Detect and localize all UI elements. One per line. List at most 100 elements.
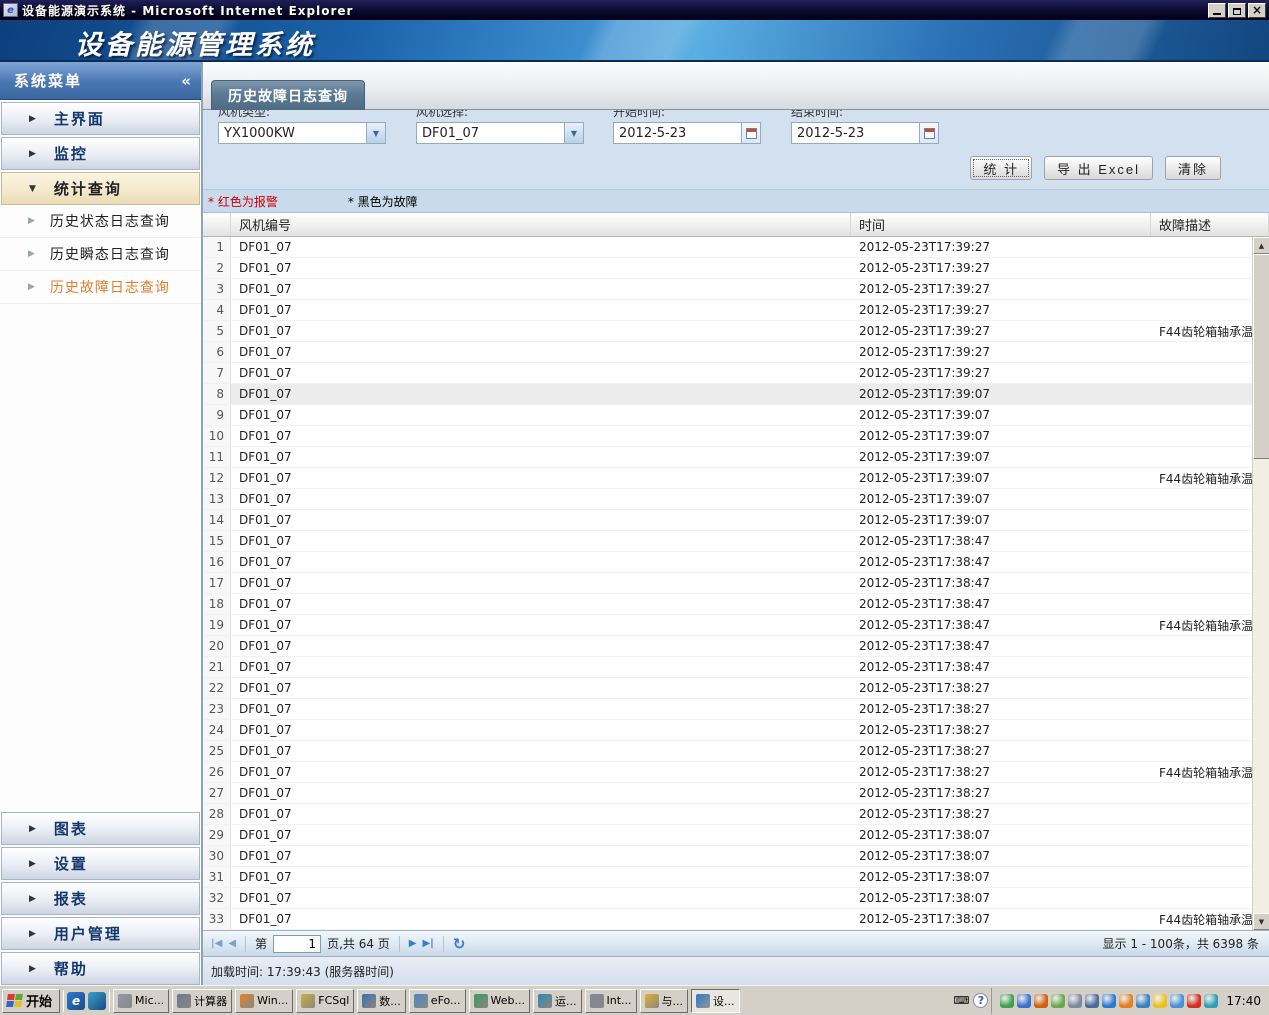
table-row[interactable]: 14DF01_072012-05-23T17:39:07 — [203, 510, 1252, 531]
table-row[interactable]: 21DF01_072012-05-23T17:38:47 — [203, 657, 1252, 678]
table-row[interactable]: 7DF01_072012-05-23T17:39:27 — [203, 363, 1252, 384]
table-row[interactable]: 25DF01_072012-05-23T17:38:27 — [203, 741, 1252, 762]
page-number-input[interactable] — [273, 935, 321, 953]
scroll-up-icon[interactable]: ▲ — [1253, 237, 1269, 254]
sidebar-item-主界面[interactable]: ▶主界面 — [1, 102, 200, 135]
table-row[interactable]: 29DF01_072012-05-23T17:38:07 — [203, 825, 1252, 846]
calendar-icon[interactable] — [741, 123, 760, 143]
date-field[interactable]: 2012-5-23 — [613, 122, 761, 144]
table-row[interactable]: 4DF01_072012-05-23T17:39:27 — [203, 300, 1252, 321]
taskbar-task-eFo...[interactable]: eFo... — [409, 989, 466, 1013]
table-row[interactable]: 32DF01_072012-05-23T17:38:07 — [203, 888, 1252, 909]
taskbar-task-运...[interactable]: 运... — [533, 989, 582, 1013]
table-row[interactable]: 10DF01_072012-05-23T17:39:07 — [203, 426, 1252, 447]
taskbar-task-数...[interactable]: 数... — [357, 989, 406, 1013]
taskbar-task-与...[interactable]: 与... — [640, 989, 689, 1013]
table-row[interactable]: 6DF01_072012-05-23T17:39:27 — [203, 342, 1252, 363]
table-row[interactable]: 30DF01_072012-05-23T17:38:07 — [203, 846, 1252, 867]
next-page-icon[interactable]: ▶ — [409, 938, 417, 949]
table-row[interactable]: 16DF01_072012-05-23T17:38:47 — [203, 552, 1252, 573]
table-row[interactable]: 2DF01_072012-05-23T17:39:27 — [203, 258, 1252, 279]
export-excel-button[interactable]: 导 出 Excel — [1044, 156, 1153, 180]
sidebar-item-监控[interactable]: ▶监控 — [1, 137, 200, 170]
start-button[interactable]: 开始 — [2, 989, 60, 1013]
collapse-sidebar-icon[interactable]: « — [181, 72, 191, 90]
tray-icon-7[interactable] — [1102, 994, 1116, 1008]
taskbar-task-Mic...[interactable]: Mic... — [113, 989, 169, 1013]
column-header-time[interactable]: 时间 — [851, 213, 1151, 236]
scrollbar-thumb[interactable] — [1253, 254, 1269, 459]
table-row[interactable]: 8DF01_072012-05-23T17:39:07 — [203, 384, 1252, 405]
table-row[interactable]: 11DF01_072012-05-23T17:39:07 — [203, 447, 1252, 468]
table-row[interactable]: 31DF01_072012-05-23T17:38:07 — [203, 867, 1252, 888]
tray-icon-3[interactable] — [1034, 994, 1048, 1008]
taskbar-clock[interactable]: 17:40 — [1226, 994, 1261, 1008]
table-row[interactable]: 24DF01_072012-05-23T17:38:27 — [203, 720, 1252, 741]
dropdown-arrow-icon[interactable]: ▼ — [366, 123, 385, 143]
table-row[interactable]: 5DF01_072012-05-23T17:39:27F44齿轮箱轴承温度 — [203, 321, 1252, 342]
first-page-icon[interactable]: |◀ — [211, 938, 222, 949]
table-row[interactable]: 1DF01_072012-05-23T17:39:27 — [203, 237, 1252, 258]
vertical-scrollbar[interactable]: ▲ ▼ — [1252, 237, 1269, 930]
tray-icon-5[interactable] — [1068, 994, 1082, 1008]
show-desktop-icon[interactable] — [88, 992, 106, 1010]
table-row[interactable]: 22DF01_072012-05-23T17:38:27 — [203, 678, 1252, 699]
table-row[interactable]: 12DF01_072012-05-23T17:39:07F44齿轮箱轴承温度 — [203, 468, 1252, 489]
table-row[interactable]: 23DF01_072012-05-23T17:38:27 — [203, 699, 1252, 720]
sidebar-subitem-历史状态日志查询[interactable]: ▶历史状态日志查询 — [0, 205, 201, 238]
tray-icon-4[interactable] — [1051, 994, 1065, 1008]
table-row[interactable]: 19DF01_072012-05-23T17:38:47F44齿轮箱轴承温度 — [203, 615, 1252, 636]
dropdown-field[interactable]: YX1000KW▼ — [218, 122, 386, 144]
sidebar-item-设置[interactable]: ▶设置 — [1, 847, 200, 880]
table-row[interactable]: 13DF01_072012-05-23T17:39:07 — [203, 489, 1252, 510]
tray-icon-2[interactable] — [1017, 994, 1031, 1008]
table-row[interactable]: 15DF01_072012-05-23T17:38:47 — [203, 531, 1252, 552]
column-header-fan-id[interactable]: 风机编号 — [231, 213, 851, 236]
taskbar-task-Int...[interactable]: Int... — [585, 989, 637, 1013]
minimize-icon[interactable] — [1208, 3, 1226, 18]
close-icon[interactable]: × — [1248, 3, 1266, 18]
calendar-icon[interactable] — [919, 123, 938, 143]
sidebar-item-图表[interactable]: ▶图表 — [1, 812, 200, 845]
sidebar-subitem-历史瞬态日志查询[interactable]: ▶历史瞬态日志查询 — [0, 238, 201, 271]
sidebar-item-报表[interactable]: ▶报表 — [1, 882, 200, 915]
tray-icon-11[interactable] — [1170, 994, 1184, 1008]
ie-quicklaunch-icon[interactable]: e — [67, 992, 85, 1010]
taskbar-task-FCSql[interactable]: FCSql — [296, 989, 354, 1013]
taskbar-task-设...[interactable]: 设... — [691, 989, 740, 1013]
table-row[interactable]: 3DF01_072012-05-23T17:39:27 — [203, 279, 1252, 300]
tray-icon-9[interactable] — [1136, 994, 1150, 1008]
statistics-button[interactable]: 统 计 — [970, 156, 1032, 180]
restore-icon[interactable] — [1228, 3, 1246, 18]
refresh-icon[interactable]: ↻ — [453, 935, 466, 953]
tray-icon-13[interactable] — [1204, 994, 1218, 1008]
taskbar-task-Web...[interactable]: Web... — [469, 989, 530, 1013]
tray-icon-12[interactable] — [1187, 994, 1201, 1008]
date-field[interactable]: 2012-5-23 — [791, 122, 939, 144]
tray-icon-1[interactable] — [1000, 994, 1014, 1008]
table-row[interactable]: 20DF01_072012-05-23T17:38:47 — [203, 636, 1252, 657]
table-row[interactable]: 33DF01_072012-05-23T17:38:07F44齿轮箱轴承温度 — [203, 909, 1252, 930]
table-row[interactable]: 18DF01_072012-05-23T17:38:47 — [203, 594, 1252, 615]
dropdown-arrow-icon[interactable]: ▼ — [564, 123, 583, 143]
sidebar-item-统计查询[interactable]: ▼统计查询 — [1, 172, 200, 205]
table-row[interactable]: 27DF01_072012-05-23T17:38:27 — [203, 783, 1252, 804]
last-page-icon[interactable]: ▶| — [422, 938, 433, 949]
sidebar-subitem-历史故障日志查询[interactable]: ▶历史故障日志查询 — [0, 271, 201, 304]
table-row[interactable]: 9DF01_072012-05-23T17:39:07 — [203, 405, 1252, 426]
table-row[interactable]: 26DF01_072012-05-23T17:38:27F44齿轮箱轴承温度 — [203, 762, 1252, 783]
tray-icon-10[interactable] — [1153, 994, 1167, 1008]
sidebar-item-用户管理[interactable]: ▶用户管理 — [1, 917, 200, 950]
tray-icon-6[interactable] — [1085, 994, 1099, 1008]
tray-icon-8[interactable] — [1119, 994, 1133, 1008]
tab-history-fault-log[interactable]: 历史故障日志查询 — [211, 80, 365, 110]
keyboard-layout-icon[interactable]: ⌨ — [952, 992, 970, 1010]
help-tray-icon[interactable]: ? — [973, 993, 988, 1008]
prev-page-icon[interactable]: ◀ — [228, 938, 236, 949]
taskbar-task-计算器[interactable]: 计算器 — [172, 989, 232, 1013]
column-header-fault-desc[interactable]: 故障描述 — [1151, 213, 1269, 236]
scroll-down-icon[interactable]: ▼ — [1253, 913, 1269, 930]
table-row[interactable]: 17DF01_072012-05-23T17:38:47 — [203, 573, 1252, 594]
table-row[interactable]: 28DF01_072012-05-23T17:38:27 — [203, 804, 1252, 825]
clear-button[interactable]: 清除 — [1165, 156, 1221, 180]
